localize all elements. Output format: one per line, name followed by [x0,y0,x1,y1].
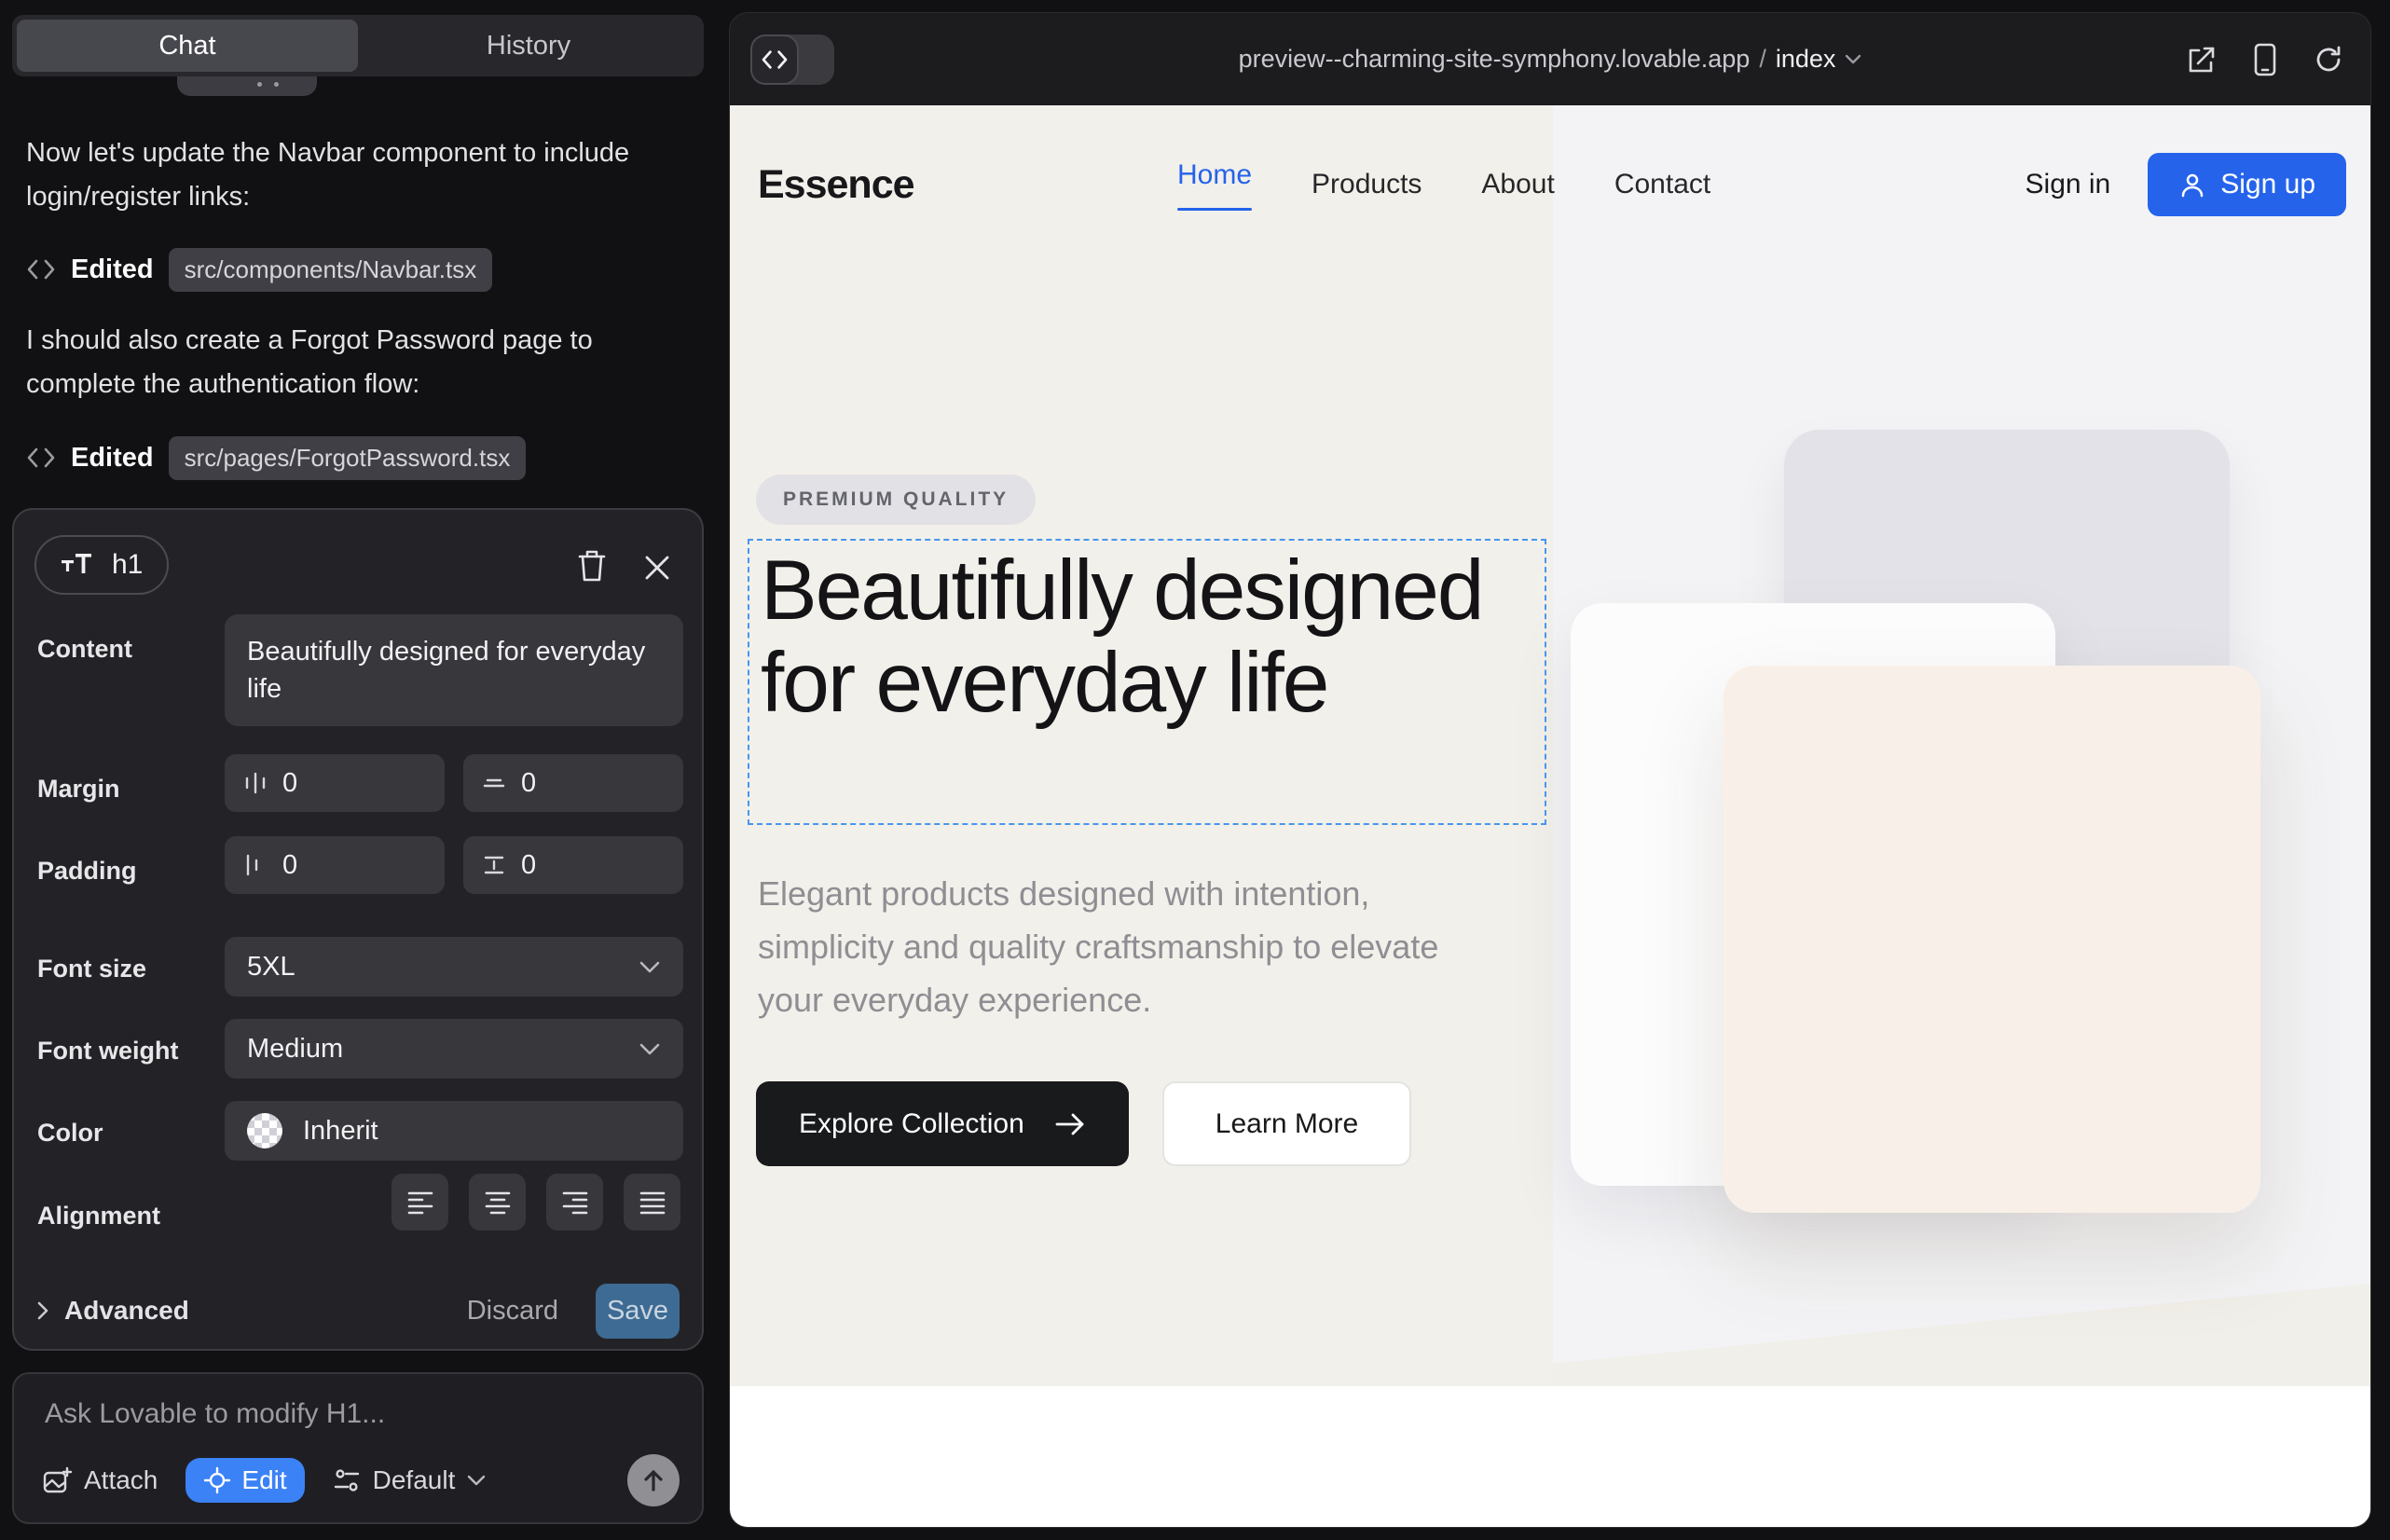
element-tag-label: h1 [112,549,143,581]
margin-y-input[interactable]: 0 [463,754,683,812]
code-icon [750,34,799,85]
content-textarea[interactable]: Beautifully designed for everyday life [225,614,683,726]
chevron-down-icon [467,1475,486,1487]
arrow-right-icon [1054,1111,1086,1137]
edited-label: Edited [71,443,154,474]
sliders-icon [333,1466,361,1494]
active-underline [1177,208,1252,211]
color-select[interactable]: Inherit [225,1101,683,1161]
hero-heading[interactable]: Beautifully designed for everyday life [761,544,1533,729]
edited-label: Edited [71,254,154,285]
align-center-button[interactable] [469,1174,526,1231]
margin-x-icon [243,771,268,795]
padding-x-icon [243,853,268,877]
clipped-file-chip [177,76,317,96]
user-icon [2178,171,2206,199]
h1-selection-outline[interactable]: Beautifully designed for everyday life [748,539,1546,825]
close-icon[interactable] [637,547,678,588]
padding-y-input[interactable]: 0 [463,836,683,894]
file-chip[interactable]: src/pages/ForgotPassword.tsx [169,436,527,480]
tab-history[interactable]: History [358,20,699,72]
element-editor-panel: h1 Content Beautifully designed for ever… [12,508,704,1351]
prompt-input[interactable]: Ask Lovable to modify H1... [45,1398,385,1430]
nav-link-home[interactable]: Home [1177,159,1252,211]
open-external-icon[interactable] [2186,44,2218,76]
prompt-box: Ask Lovable to modify H1... Attach [12,1372,704,1524]
chat-message: Now let's update the Navbar component to… [26,131,690,219]
preview-toolbar: preview--charming-site-symphony.lovable.… [730,13,2370,105]
padding-x-input[interactable]: 0 [225,836,445,894]
site-navbar: Essence Home Products About Contact Sign… [730,105,2370,264]
chevron-down-icon [639,960,661,974]
selected-element-badge: h1 [34,535,169,595]
code-preview-toggle[interactable] [750,34,834,85]
target-icon [203,1466,231,1494]
lovable-editor-window: Chat History Now let's update the Navbar… [0,0,2390,1540]
hero-section: Essence Home Products About Contact Sign… [730,105,2370,1386]
url-separator: / [1759,45,1766,74]
alignment-label: Alignment [37,1202,160,1231]
font-weight-label: Font weight [37,1037,178,1066]
edit-mode-button[interactable]: Edit [185,1458,304,1503]
file-chip[interactable]: src/components/Navbar.tsx [169,248,493,292]
padding-y-icon [482,853,506,877]
margin-label: Margin [37,775,120,804]
code-icon [26,257,56,282]
refresh-icon[interactable] [2313,44,2344,76]
attach-button[interactable]: Attach [42,1465,158,1495]
advanced-toggle[interactable]: Advanced [36,1296,189,1326]
url-page: index [1776,45,1836,74]
nav-link-about[interactable]: About [1481,169,1554,200]
hero-paragraph: Elegant products designed with intention… [758,867,1504,1026]
url-bar[interactable]: preview--charming-site-symphony.lovable.… [1239,45,1862,74]
save-button[interactable]: Save [596,1284,680,1339]
premium-quality-badge: PREMIUM QUALITY [756,474,1036,525]
code-icon [26,446,56,470]
color-label: Color [37,1119,103,1148]
font-weight-select[interactable]: Medium [225,1019,683,1079]
chevron-down-icon [639,1042,661,1056]
nav-link-contact[interactable]: Contact [1614,169,1710,200]
discard-button[interactable]: Discard [467,1296,558,1327]
chevron-right-icon [36,1300,49,1321]
font-size-label: Font size [37,955,146,983]
explore-collection-button[interactable]: Explore Collection [756,1081,1129,1166]
learn-more-button[interactable]: Learn More [1162,1081,1411,1166]
color-swatch [247,1113,282,1148]
padding-label: Padding [37,857,137,886]
font-size-select[interactable]: 5XL [225,937,683,997]
delete-element-button[interactable] [571,545,612,586]
edited-file-row: Edited src/pages/ForgotPassword.tsx [26,435,526,480]
default-mode-button[interactable]: Default [333,1465,487,1495]
align-left-button[interactable] [391,1174,448,1231]
margin-x-input[interactable]: 0 [225,754,445,812]
attach-image-icon [42,1465,72,1495]
decor-card-cream [1724,666,2260,1213]
edited-file-row: Edited src/components/Navbar.tsx [26,247,492,292]
type-icon [61,551,98,579]
chat-history-tabbar: Chat History [12,15,704,76]
content-label: Content [37,635,132,664]
align-right-button[interactable] [546,1174,603,1231]
site-viewport: Essence Home Products About Contact Sign… [730,105,2370,1527]
align-justify-button[interactable] [624,1174,680,1231]
preview-pane: preview--charming-site-symphony.lovable.… [729,12,2371,1528]
site-logo[interactable]: Essence [758,105,914,264]
send-button[interactable] [627,1454,680,1506]
chevron-down-icon [1845,54,1861,65]
sign-up-button[interactable]: Sign up [2148,153,2346,216]
nav-link-products[interactable]: Products [1312,169,1422,200]
chat-message: I should also create a Forgot Password p… [26,319,690,406]
mobile-view-icon[interactable] [2253,43,2277,76]
url-domain: preview--charming-site-symphony.lovable.… [1239,45,1751,74]
margin-y-icon [482,771,506,795]
sign-in-link[interactable]: Sign in [2026,169,2111,200]
tab-chat[interactable]: Chat [17,20,358,72]
